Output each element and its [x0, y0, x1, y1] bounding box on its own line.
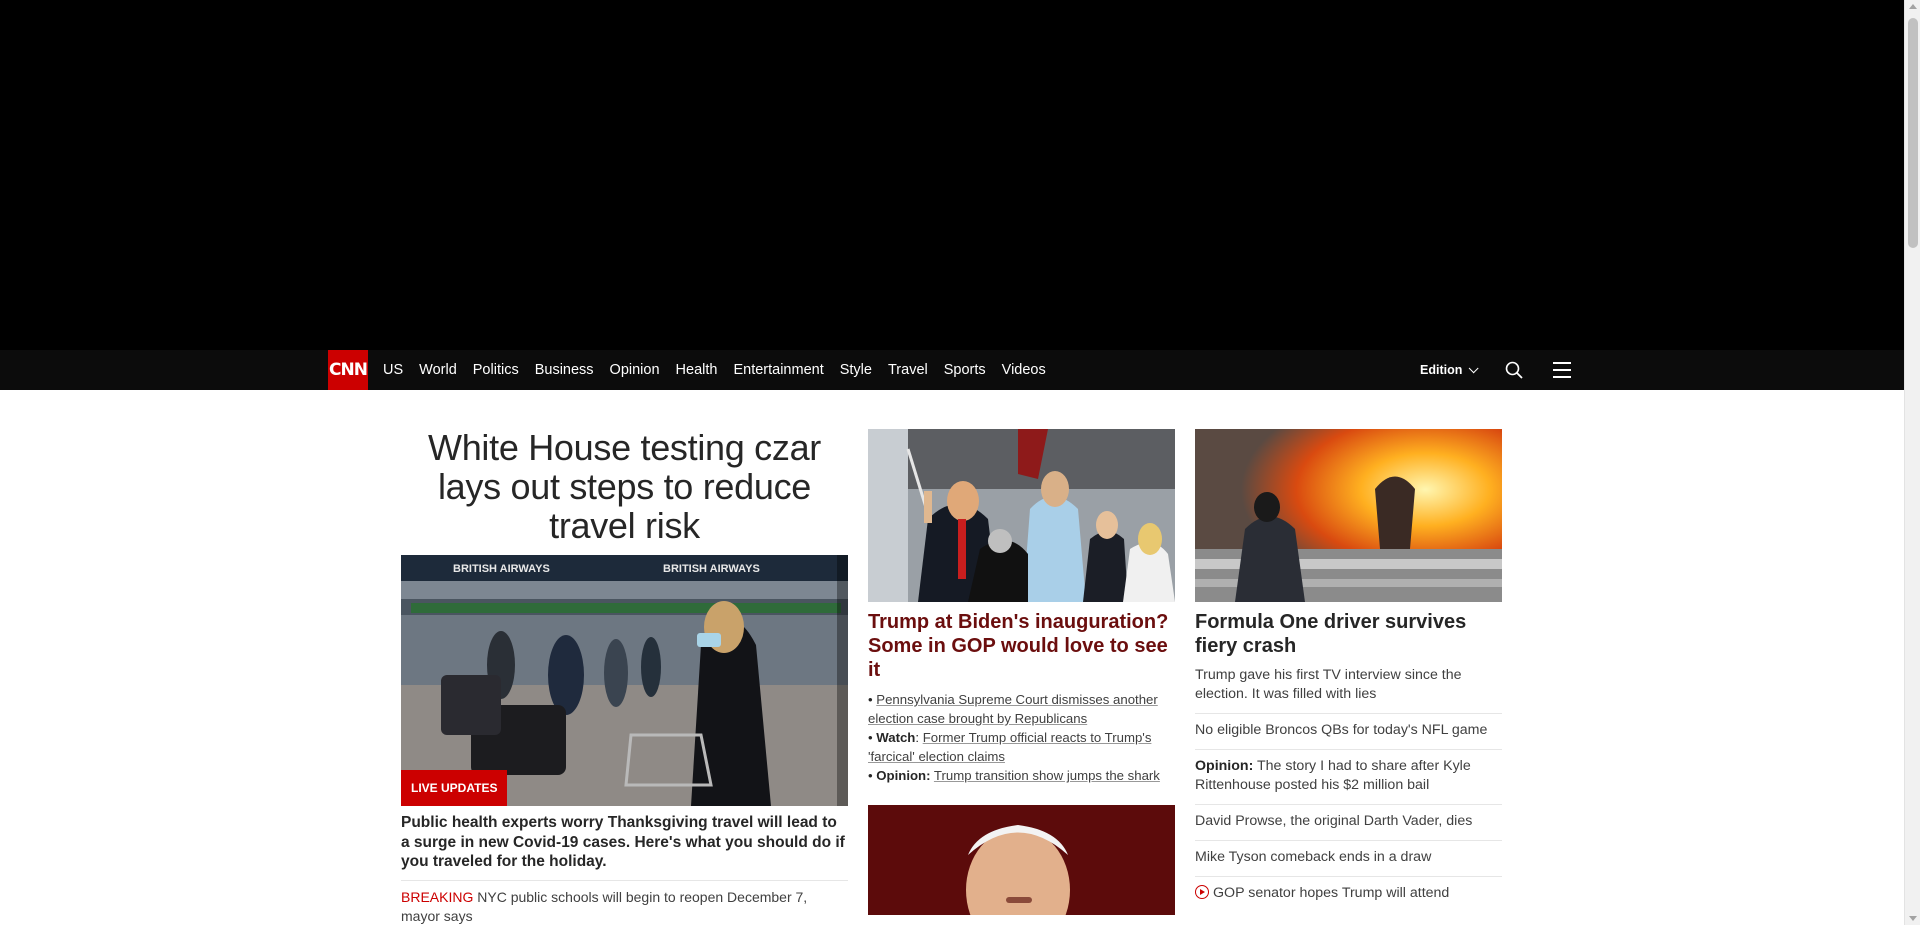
headline-text: Mike Tyson comeback ends in a draw: [1195, 849, 1432, 865]
headline-text: David Prowse, the original Darth Vader, …: [1195, 813, 1473, 829]
related-prefix: Opinion:: [876, 768, 931, 783]
nav-items: US World Politics Business Opinion Healt…: [383, 350, 1062, 390]
related-link[interactable]: Trump transition show jumps the shark: [934, 768, 1160, 783]
list-item[interactable]: Trump gave his first TV interview since …: [1195, 666, 1502, 713]
nav-item-business[interactable]: Business: [535, 362, 594, 378]
headline-prefix: Opinion:: [1195, 758, 1254, 774]
edition-dropdown[interactable]: Edition: [1420, 350, 1479, 390]
list-item[interactable]: • Watch: Former Trump official reacts to…: [868, 728, 1175, 766]
related-prefix: Watch: [876, 730, 916, 745]
list-item[interactable]: No eligible Broncos QBs for today's NFL …: [1195, 713, 1502, 749]
svg-text:BRITISH AIRWAYS: BRITISH AIRWAYS: [663, 563, 760, 575]
headline-text: No eligible Broncos QBs for today's NFL …: [1195, 722, 1488, 738]
nav-item-world[interactable]: World: [419, 362, 457, 378]
biden-photo: [868, 805, 1175, 915]
f1-crash-photo: [1195, 429, 1502, 602]
vertical-scrollbar[interactable]: [1904, 0, 1920, 925]
inauguration-photo: [868, 429, 1175, 602]
list-item[interactable]: • Pennsylvania Supreme Court dismisses a…: [868, 690, 1175, 728]
breaking-news[interactable]: BREAKING NYC public schools will begin t…: [401, 888, 848, 925]
search-icon[interactable]: [1505, 361, 1523, 379]
lead-subheadline[interactable]: Public health experts worry Thanksgiving…: [401, 813, 848, 872]
related-link[interactable]: Pennsylvania Supreme Court dismisses ano…: [868, 692, 1158, 726]
hamburger-menu-icon[interactable]: [1553, 362, 1571, 378]
nav-item-entertainment[interactable]: Entertainment: [733, 362, 823, 378]
breaking-tag: BREAKING: [401, 888, 474, 905]
scrollbar-thumb[interactable]: [1908, 18, 1918, 248]
nav-item-style[interactable]: Style: [840, 362, 872, 378]
airport-photo: BRITISH AIRWAYS BRITISH AIRWAYS: [401, 555, 848, 806]
nav-item-travel[interactable]: Travel: [888, 362, 928, 378]
scroll-up-arrow-icon[interactable]: [1909, 4, 1917, 9]
nav-item-health[interactable]: Health: [676, 362, 718, 378]
list-item[interactable]: Mike Tyson comeback ends in a draw: [1195, 840, 1502, 876]
cnn-logo[interactable]: CNN: [328, 350, 368, 390]
live-updates-badge[interactable]: LIVE UPDATES: [401, 770, 508, 806]
nav-item-us[interactable]: US: [383, 362, 403, 378]
nav-item-opinion[interactable]: Opinion: [610, 362, 660, 378]
headline-text: GOP senator hopes Trump will attend: [1213, 885, 1450, 901]
biden-image[interactable]: [868, 805, 1175, 915]
list-item[interactable]: Opinion: The story I had to share after …: [1195, 749, 1502, 804]
center-related-list: • Pennsylvania Supreme Court dismisses a…: [868, 690, 1175, 785]
right-story: Formula One driver survives fiery crash …: [1195, 429, 1502, 912]
f1-crash-image[interactable]: [1195, 429, 1502, 602]
right-headline[interactable]: Formula One driver survives fiery crash: [1195, 610, 1502, 658]
list-item[interactable]: David Prowse, the original Darth Vader, …: [1195, 804, 1502, 840]
nav-item-videos[interactable]: Videos: [1002, 362, 1046, 378]
list-item[interactable]: GOP senator hopes Trump will attend: [1195, 876, 1502, 912]
right-headlines-list: Trump gave his first TV interview since …: [1195, 666, 1502, 912]
lead-story: White House testing czar lays out steps …: [401, 428, 848, 925]
video-play-icon: [1195, 885, 1209, 899]
scroll-down-arrow-icon[interactable]: [1909, 916, 1917, 921]
nav-item-sports[interactable]: Sports: [944, 362, 986, 378]
trump-inauguration-image[interactable]: [868, 429, 1175, 602]
edition-label: Edition: [1420, 363, 1463, 377]
center-story: Trump at Biden's inauguration? Some in G…: [868, 429, 1175, 915]
divider: [401, 879, 848, 881]
svg-text:BRITISH AIRWAYS: BRITISH AIRWAYS: [453, 563, 550, 575]
chevron-down-icon: [1469, 362, 1479, 373]
headline-text: Trump gave his first TV interview since …: [1195, 667, 1462, 702]
ad-banner[interactable]: [0, 0, 1904, 350]
nav-item-politics[interactable]: Politics: [473, 362, 519, 378]
top-nav: CNN US World Politics Business Opinion H…: [0, 350, 1904, 390]
center-headline[interactable]: Trump at Biden's inauguration? Some in G…: [868, 610, 1175, 682]
lead-image[interactable]: BRITISH AIRWAYS BRITISH AIRWAYS LIVE UPD…: [401, 555, 848, 806]
lead-headline[interactable]: White House testing czar lays out steps …: [401, 428, 848, 545]
page: CNN US World Politics Business Opinion H…: [0, 0, 1920, 925]
list-item[interactable]: • Opinion: Trump transition show jumps t…: [868, 766, 1175, 785]
